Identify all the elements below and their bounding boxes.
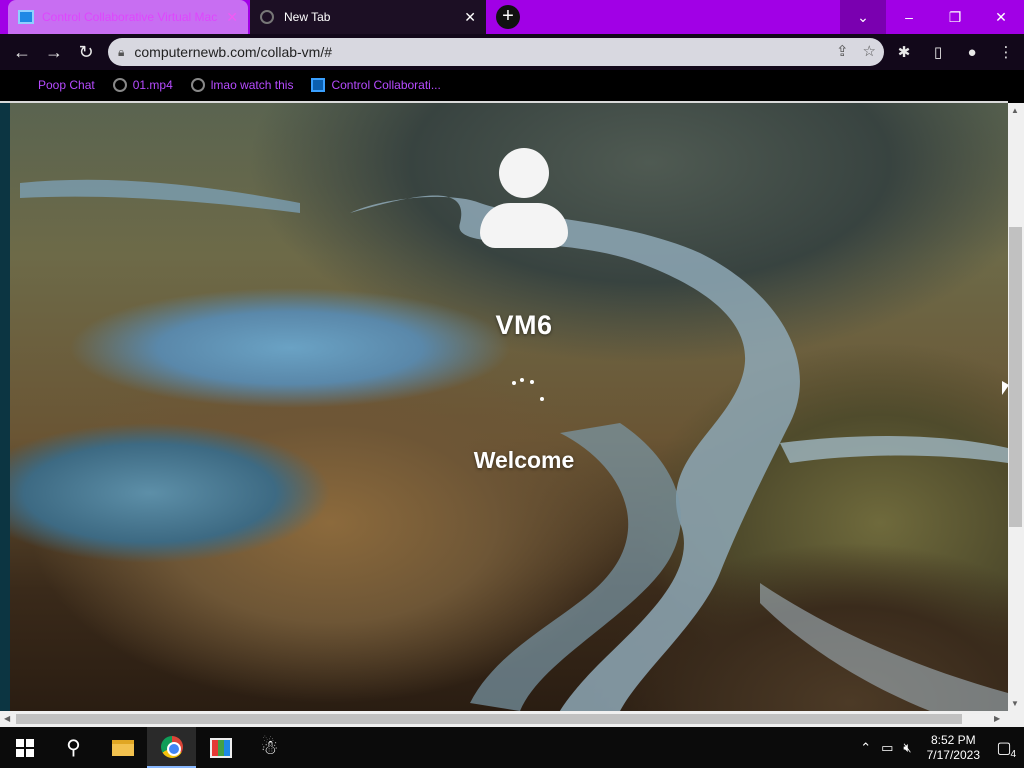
system-tray: ⌃ ▭ 🔇︎ 8:52 PM 7/17/2023 ▢ 4 [855,727,1024,768]
lock-icon[interactable]: 🔒︎ [118,45,124,60]
globe-icon [112,78,127,92]
horizontal-scrollbar[interactable]: ◀ ▶ [0,711,1008,727]
scroll-up-icon[interactable]: ▲ [1011,106,1019,115]
address-bar[interactable]: 🔒︎ computernewb.com/collab-vm/# ⇪ ☆ [108,38,884,66]
new-tab-button[interactable]: + [496,5,520,29]
tab-search-dropdown-icon[interactable]: ⌄ [840,0,886,34]
clock[interactable]: 8:52 PM 7/17/2023 [927,733,980,763]
volume-muted-icon[interactable]: 🔇︎ [903,740,911,756]
bookmark-item[interactable]: 01.mp4 [112,78,173,92]
tab-title: New Tab [284,10,331,24]
monitor-icon [311,78,326,92]
scrollbar-thumb[interactable] [1009,227,1022,527]
bookmarks-bar: Poop Chat 01.mp4 lmao watch this Control… [0,70,1024,100]
side-panel-icon[interactable]: ▯ [926,38,950,66]
notification-icon[interactable]: ▢ 4 [990,734,1018,762]
minimize-button[interactable]: – [886,0,932,34]
reload-icon[interactable]: ↻ [70,36,102,68]
network-icon[interactable]: ▭ [881,740,893,756]
globe-icon [190,78,205,92]
tab-new-tab[interactable]: New Tab ✕ [250,0,486,34]
restore-button[interactable]: ❐ [932,0,978,34]
extensions-icon[interactable]: ✱ [892,38,916,66]
close-button[interactable]: ✕ [978,0,1024,34]
globe-icon [260,10,274,24]
share-icon[interactable]: ⇪ [836,42,849,60]
scroll-corner [1008,711,1024,727]
spinner-icon [510,377,546,407]
back-icon[interactable]: ← [6,36,38,68]
bookmark-item[interactable]: Control Collaborati... [311,78,441,92]
browser-tab-strip: Control Collaborative Virtual Mac ✕ New … [0,0,1024,34]
search-icon[interactable]: ⚲ [49,727,98,768]
vm-display[interactable]: VM6 Welcome [0,103,1008,711]
bookmark-label: lmao watch this [210,78,294,92]
app-icon[interactable]: ☃ [245,727,294,768]
vm-edge [0,103,10,711]
bookmark-label: Control Collaborati... [331,78,441,92]
notification-count: 4 [1010,748,1016,760]
taskbar: ⚲ ☃ ⌃ ▭ 🔇︎ 8:52 PM 7/17/2023 ▢ 4 [0,727,1024,768]
paint-icon[interactable] [196,727,245,768]
welcome-text: Welcome [473,447,575,473]
vertical-scrollbar[interactable]: ▲ ▼ [1008,103,1024,711]
bookmark-item[interactable]: lmao watch this [190,78,294,92]
start-icon[interactable] [0,727,49,768]
monitor-icon [18,10,34,24]
browser-toolbar: ← → ↻ 🔒︎ computernewb.com/collab-vm/# ⇪ … [0,34,1024,70]
scroll-down-icon[interactable]: ▼ [1011,699,1019,708]
profile-icon[interactable]: ● [960,38,984,66]
bookmark-item[interactable]: Poop Chat [38,78,95,92]
scroll-right-icon[interactable]: ▶ [994,714,1000,723]
user-icon [480,148,568,248]
bookmark-star-icon[interactable]: ☆ [863,42,876,60]
file-explorer-icon[interactable] [98,727,147,768]
window-controls: ⌄ – ❐ ✕ [840,0,1024,34]
tab-active[interactable]: Control Collaborative Virtual Mac ✕ [8,0,248,34]
scrollbar-thumb[interactable] [16,714,962,724]
url-text[interactable]: computernewb.com/collab-vm/# [134,44,332,60]
vm-name: VM6 [495,310,553,340]
clock-time: 8:52 PM [930,732,976,747]
chrome-icon[interactable] [147,727,196,768]
toolbar-right: ✱ ▯ ● ⋮ [892,38,1018,66]
tab-close-icon[interactable]: ✕ [464,9,476,26]
scroll-left-icon[interactable]: ◀ [4,714,10,723]
bookmark-label: 01.mp4 [132,78,173,92]
menu-icon[interactable]: ⋮ [994,38,1018,66]
tab-title: Control Collaborative Virtual Mac [42,10,218,24]
bookmark-label: Poop Chat [38,78,95,92]
tab-close-icon[interactable]: ✕ [226,9,238,26]
clock-date: 7/17/2023 [926,747,980,762]
forward-icon[interactable]: → [38,36,70,68]
chevron-up-icon[interactable]: ⌃ [860,740,871,756]
